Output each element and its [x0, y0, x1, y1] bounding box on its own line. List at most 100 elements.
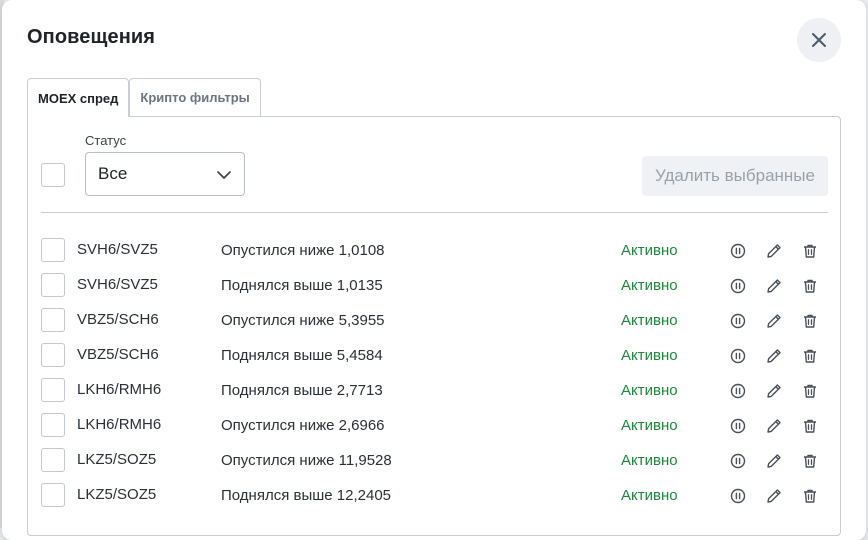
- alerts-panel: Статус Все Удалить выбранные SVH6/SVZ5 О…: [27, 116, 841, 536]
- pause-button[interactable]: [728, 241, 748, 261]
- alert-row-checkbox[interactable]: [41, 273, 65, 297]
- pause-button[interactable]: [728, 346, 748, 366]
- pencil-icon: [765, 417, 783, 435]
- pause-button[interactable]: [728, 416, 748, 436]
- delete-button[interactable]: [800, 346, 820, 366]
- alert-row-checkbox[interactable]: [41, 308, 65, 332]
- pencil-icon: [765, 242, 783, 260]
- delete-button[interactable]: [800, 486, 820, 506]
- pause-icon: [730, 348, 746, 364]
- trash-icon: [802, 313, 818, 329]
- pencil-icon: [765, 277, 783, 295]
- edit-button[interactable]: [764, 241, 784, 261]
- close-button[interactable]: [797, 18, 841, 62]
- pencil-icon: [765, 382, 783, 400]
- alert-pair: SVH6/SVZ5: [77, 241, 158, 258]
- select-all-checkbox[interactable]: [41, 163, 65, 187]
- pencil-icon: [765, 347, 783, 365]
- close-icon: [811, 32, 827, 48]
- status-filter-value: Все: [98, 164, 128, 183]
- alert-row: LKH6/RMH6 Опустился ниже 2,6966 Активно: [28, 408, 840, 443]
- alert-status: Активно: [621, 452, 678, 469]
- alert-condition: Поднялся выше 1,0135: [221, 277, 383, 294]
- alert-row: LKZ5/SOZ5 Опустился ниже 11,9528 Активно: [28, 443, 840, 478]
- alert-status: Активно: [621, 417, 678, 434]
- alert-condition: Опустился ниже 2,6966: [221, 417, 385, 434]
- edit-button[interactable]: [764, 381, 784, 401]
- delete-button[interactable]: [800, 381, 820, 401]
- modal-title: Оповещения: [27, 26, 156, 48]
- alert-status: Активно: [621, 277, 678, 294]
- alert-status: Активно: [621, 242, 678, 259]
- alert-row: SVH6/SVZ5 Поднялся выше 1,0135 Активно: [28, 268, 840, 303]
- edit-button[interactable]: [764, 346, 784, 366]
- trash-icon: [802, 383, 818, 399]
- pause-icon: [730, 313, 746, 329]
- status-filter-select[interactable]: Все: [85, 152, 245, 196]
- alert-pair: LKZ5/SOZ5: [77, 486, 157, 503]
- trash-icon: [802, 453, 818, 469]
- alert-pair: LKH6/RMH6: [77, 416, 162, 433]
- chevron-down-icon: [216, 167, 232, 183]
- pause-button[interactable]: [728, 276, 748, 296]
- edit-button[interactable]: [764, 451, 784, 471]
- alert-row: LKZ5/SOZ5 Поднялся выше 12,2405 Активно: [28, 478, 840, 513]
- edit-button[interactable]: [764, 416, 784, 436]
- pause-icon: [730, 453, 746, 469]
- alert-row-checkbox[interactable]: [41, 483, 65, 507]
- edit-button[interactable]: [764, 486, 784, 506]
- alert-status: Активно: [621, 312, 678, 329]
- pause-icon: [730, 278, 746, 294]
- delete-button[interactable]: [800, 451, 820, 471]
- delete-button[interactable]: [800, 416, 820, 436]
- delete-selected-button[interactable]: Удалить выбранные: [642, 156, 828, 196]
- edit-button[interactable]: [764, 311, 784, 331]
- trash-icon: [802, 243, 818, 259]
- tab-bar: MOEX спред Крипто фильтры: [27, 78, 261, 117]
- alert-row: SVH6/SVZ5 Опустился ниже 1,0108 Активно: [28, 233, 840, 268]
- alert-pair: SVH6/SVZ5: [77, 276, 158, 293]
- trash-icon: [802, 418, 818, 434]
- alert-status: Активно: [621, 487, 678, 504]
- edit-button[interactable]: [764, 276, 784, 296]
- pause-icon: [730, 243, 746, 259]
- alerts-modal: Оповещения MOEX спред Крипто фильтры Ста…: [2, 0, 866, 540]
- alert-row-checkbox[interactable]: [41, 238, 65, 262]
- alert-row: LKH6/RMH6 Поднялся выше 2,7713 Активно: [28, 373, 840, 408]
- alert-condition: Опустился ниже 5,3955: [221, 312, 385, 329]
- pencil-icon: [765, 312, 783, 330]
- delete-button[interactable]: [800, 276, 820, 296]
- status-filter-label: Статус: [85, 133, 127, 148]
- alert-pair: LKZ5/SOZ5: [77, 451, 157, 468]
- alert-pair: LKH6/RMH6: [77, 381, 162, 398]
- pause-button[interactable]: [728, 381, 748, 401]
- trash-icon: [802, 348, 818, 364]
- tab-moex-spread[interactable]: MOEX спред: [27, 78, 130, 117]
- alert-row-checkbox[interactable]: [41, 448, 65, 472]
- alert-row-checkbox[interactable]: [41, 413, 65, 437]
- pause-button[interactable]: [728, 311, 748, 331]
- alert-row: VBZ5/SCH6 Поднялся выше 5,4584 Активно: [28, 338, 840, 373]
- alert-status: Активно: [621, 347, 678, 364]
- alert-condition: Поднялся выше 12,2405: [221, 487, 392, 504]
- tab-crypto-filters[interactable]: Крипто фильтры: [129, 78, 261, 116]
- alert-condition: Поднялся выше 5,4584: [221, 347, 383, 364]
- alert-condition: Поднялся выше 2,7713: [221, 382, 383, 399]
- pencil-icon: [765, 452, 783, 470]
- alert-pair: VBZ5/SCH6: [77, 311, 159, 328]
- delete-button[interactable]: [800, 241, 820, 261]
- alert-status: Активно: [621, 382, 678, 399]
- alert-row: VBZ5/SCH6 Опустился ниже 5,3955 Активно: [28, 303, 840, 338]
- pause-icon: [730, 383, 746, 399]
- alert-pair: VBZ5/SCH6: [77, 346, 159, 363]
- pencil-icon: [765, 487, 783, 505]
- pause-button[interactable]: [728, 451, 748, 471]
- delete-button[interactable]: [800, 311, 820, 331]
- trash-icon: [802, 278, 818, 294]
- alert-row-checkbox[interactable]: [41, 378, 65, 402]
- pause-icon: [730, 488, 746, 504]
- alert-row-checkbox[interactable]: [41, 343, 65, 367]
- pause-icon: [730, 418, 746, 434]
- alert-condition: Опустился ниже 11,9528: [221, 452, 392, 469]
- pause-button[interactable]: [728, 486, 748, 506]
